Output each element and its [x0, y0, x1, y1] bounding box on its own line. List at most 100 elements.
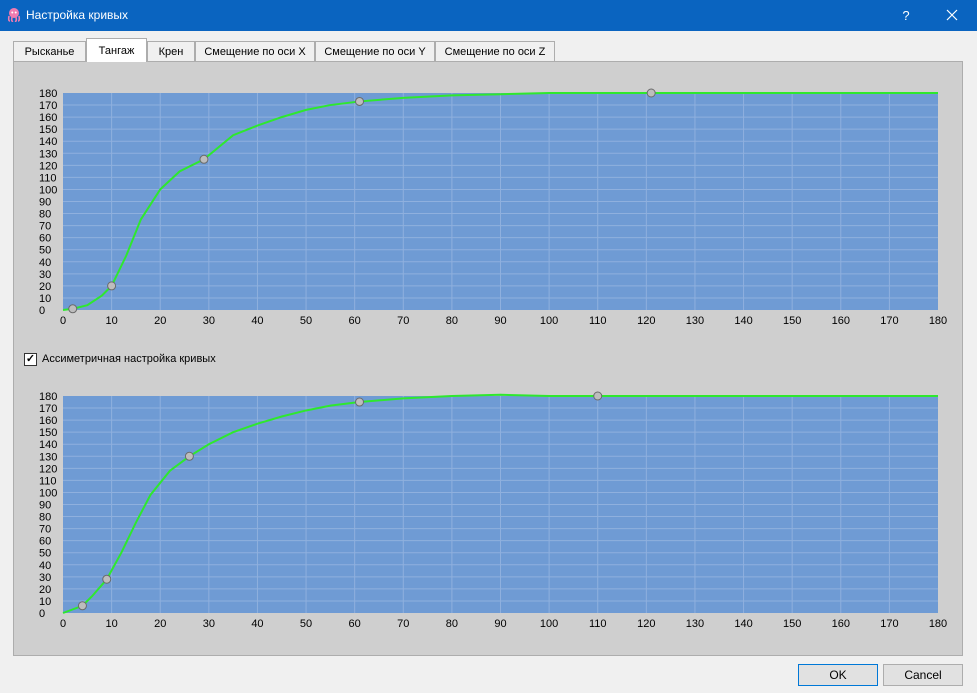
control-point[interactable] — [107, 281, 117, 291]
y-tick-label: 130 — [39, 451, 57, 463]
control-point[interactable] — [184, 451, 194, 461]
curve-chart-top[interactable]: 0 10 20 30 40 50 60 70 80 90 100 110 120 130 140 150 160… — [13, 80, 963, 335]
y-tick-label: 110 — [39, 172, 57, 184]
x-tick-label: 60 — [349, 315, 361, 327]
close-button[interactable] — [930, 0, 974, 31]
y-tick-label: 90 — [39, 197, 51, 209]
control-point[interactable] — [355, 397, 365, 407]
curve-chart-bottom[interactable]: 0 10 20 30 40 50 60 70 80 90 100 110 120 130 140 150 160… — [13, 383, 963, 638]
x-tick-label: 170 — [880, 315, 898, 327]
x-tick-label: 180 — [929, 315, 947, 327]
x-tick-label: 40 — [251, 315, 263, 327]
y-tick-label: 80 — [39, 209, 51, 221]
y-tick-label: 20 — [39, 584, 51, 596]
tab-roll[interactable]: Крен — [147, 41, 195, 61]
control-point[interactable] — [355, 96, 365, 106]
tab-pitch[interactable]: Тангаж — [86, 38, 147, 62]
x-tick-label: 0 — [60, 618, 66, 630]
x-tick-label: 110 — [589, 315, 607, 327]
y-tick-label: 140 — [39, 439, 57, 451]
y-tick-label: 20 — [39, 281, 51, 293]
x-tick-label: 100 — [540, 618, 558, 630]
y-tick-label: 150 — [39, 427, 57, 439]
y-tick-label: 160 — [39, 415, 57, 427]
octopus-icon — [7, 8, 21, 22]
y-tick-label: 150 — [39, 124, 57, 136]
x-tick-label: 150 — [783, 618, 801, 630]
x-tick-label: 20 — [154, 618, 166, 630]
x-tick-label: 160 — [832, 618, 850, 630]
tab-offset-y[interactable]: Смещение по оси Y — [315, 41, 435, 61]
y-tick-label: 60 — [39, 233, 51, 245]
x-tick-label: 30 — [203, 618, 215, 630]
y-tick-label: 170 — [39, 100, 57, 112]
x-tick-label: 20 — [154, 315, 166, 327]
x-tick-label: 50 — [300, 315, 312, 327]
y-tick-label: 70 — [39, 221, 51, 233]
control-point[interactable] — [199, 154, 209, 164]
x-tick-label: 40 — [251, 618, 263, 630]
y-tick-label: 100 — [39, 487, 57, 499]
x-tick-label: 70 — [397, 315, 409, 327]
y-tick-label: 30 — [39, 572, 51, 584]
y-tick-label: 40 — [39, 560, 51, 572]
x-tick-label: 0 — [60, 315, 66, 327]
x-tick-label: 130 — [686, 315, 704, 327]
y-tick-label: 160 — [39, 112, 57, 124]
y-tick-label: 120 — [39, 463, 57, 475]
asymmetric-checkbox[interactable]: ✓ — [24, 353, 37, 366]
y-tick-label: 10 — [39, 596, 51, 608]
x-tick-label: 10 — [105, 618, 117, 630]
y-tick-label: 90 — [39, 500, 51, 512]
x-tick-label: 50 — [300, 618, 312, 630]
title-bar: Настройка кривых ? — [0, 0, 977, 31]
cancel-button[interactable]: Cancel — [883, 664, 963, 686]
asymmetric-label: Ассиметричная настройка кривых — [42, 353, 216, 365]
y-tick-label: 30 — [39, 269, 51, 281]
y-tick-label: 120 — [39, 160, 57, 172]
y-tick-label: 180 — [39, 391, 57, 403]
y-tick-label: 50 — [39, 245, 51, 257]
x-tick-label: 130 — [686, 618, 704, 630]
close-icon — [946, 9, 958, 21]
x-tick-label: 140 — [734, 315, 752, 327]
window-title: Настройка кривых — [26, 8, 129, 22]
y-tick-label: 50 — [39, 548, 51, 560]
tab-yaw[interactable]: Рысканье — [13, 41, 86, 61]
x-tick-label: 70 — [397, 618, 409, 630]
x-tick-label: 80 — [446, 618, 458, 630]
x-tick-label: 150 — [783, 315, 801, 327]
y-tick-label: 0 — [39, 608, 45, 620]
y-tick-label: 130 — [39, 148, 57, 160]
help-button[interactable]: ? — [890, 0, 922, 31]
y-tick-label: 40 — [39, 257, 51, 269]
y-tick-label: 170 — [39, 403, 57, 415]
control-point[interactable] — [593, 391, 603, 401]
y-tick-label: 60 — [39, 536, 51, 548]
y-tick-label: 140 — [39, 136, 57, 148]
control-point[interactable] — [77, 601, 87, 611]
x-tick-label: 180 — [929, 618, 947, 630]
y-tick-label: 100 — [39, 184, 57, 196]
x-tick-label: 30 — [203, 315, 215, 327]
y-tick-label: 0 — [39, 305, 45, 317]
x-tick-label: 10 — [105, 315, 117, 327]
tab-offset-x[interactable]: Смещение по оси X — [195, 41, 315, 61]
x-tick-label: 90 — [494, 315, 506, 327]
y-tick-label: 10 — [39, 293, 51, 305]
x-tick-label: 170 — [880, 618, 898, 630]
tab-offset-z[interactable]: Смещение по оси Z — [435, 41, 555, 61]
control-point[interactable] — [102, 574, 112, 584]
x-tick-label: 90 — [494, 618, 506, 630]
x-tick-label: 120 — [637, 315, 655, 327]
ok-button[interactable]: OK — [798, 664, 878, 686]
y-tick-label: 80 — [39, 512, 51, 524]
x-tick-label: 110 — [589, 618, 607, 630]
y-tick-label: 180 — [39, 88, 57, 100]
x-tick-label: 160 — [832, 315, 850, 327]
control-point[interactable] — [68, 304, 78, 314]
control-point[interactable] — [646, 88, 656, 98]
x-tick-label: 140 — [734, 618, 752, 630]
y-tick-label: 110 — [39, 475, 57, 487]
x-tick-label: 120 — [637, 618, 655, 630]
